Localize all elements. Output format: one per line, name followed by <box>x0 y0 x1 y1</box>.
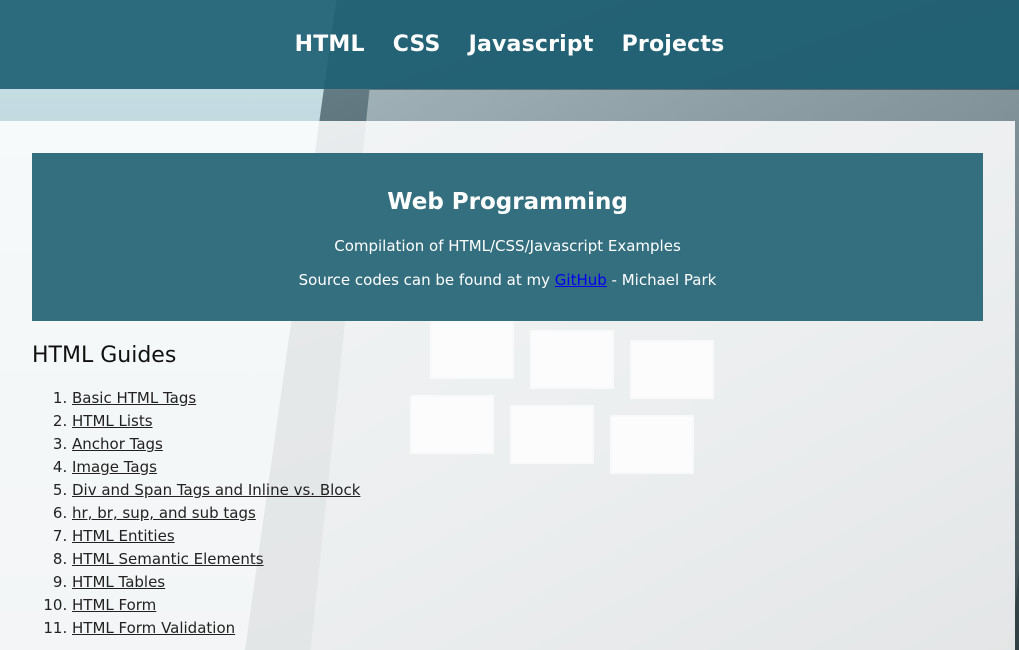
list-item: Basic HTML Tags <box>72 387 360 410</box>
guide-link[interactable]: HTML Lists <box>72 412 153 430</box>
list-item: HTML Semantic Elements <box>72 548 360 571</box>
content-panel: Web Programming Compilation of HTML/CSS/… <box>0 121 1015 650</box>
nav-link-css[interactable]: CSS <box>393 32 441 57</box>
list-item: Image Tags <box>72 456 360 479</box>
guide-link[interactable]: Image Tags <box>72 458 157 476</box>
nav-link-html[interactable]: HTML <box>295 32 365 57</box>
guide-link[interactable]: hr, br, sup, and sub tags <box>72 504 256 522</box>
guide-link[interactable]: Anchor Tags <box>72 435 163 453</box>
guide-link[interactable]: HTML Tables <box>72 573 165 591</box>
list-item: HTML Tables <box>72 571 360 594</box>
guide-link[interactable]: Basic HTML Tags <box>72 389 196 407</box>
guide-link[interactable]: HTML Semantic Elements <box>72 550 264 568</box>
nav-link-javascript[interactable]: Javascript <box>469 32 594 57</box>
list-item: Anchor Tags <box>72 433 360 456</box>
list-item: HTML Entities <box>72 525 360 548</box>
guide-link[interactable]: Div and Span Tags and Inline vs. Block <box>72 481 360 499</box>
nav-link-projects[interactable]: Projects <box>622 32 725 57</box>
guide-list: Basic HTML Tags HTML Lists Anchor Tags I… <box>32 387 360 640</box>
source-prefix: Source codes can be found at my <box>298 271 555 289</box>
hero-source-line: Source codes can be found at my GitHub -… <box>32 271 983 289</box>
top-navbar: HTML CSS Javascript Projects <box>0 0 1019 89</box>
guide-link[interactable]: HTML Form Validation <box>72 619 235 637</box>
list-item: HTML Form Validation <box>72 617 360 640</box>
list-item: HTML Form <box>72 594 360 617</box>
hero-banner: Web Programming Compilation of HTML/CSS/… <box>32 153 983 321</box>
source-suffix: - Michael Park <box>606 271 717 289</box>
section-title: HTML Guides <box>32 343 177 368</box>
list-item: HTML Lists <box>72 410 360 433</box>
hero-title: Web Programming <box>387 189 628 215</box>
github-link[interactable]: GitHub <box>555 271 607 289</box>
list-item: Div and Span Tags and Inline vs. Block <box>72 479 360 502</box>
guide-link[interactable]: HTML Form <box>72 596 156 614</box>
hero-subtitle: Compilation of HTML/CSS/Javascript Examp… <box>334 237 681 255</box>
list-item: hr, br, sup, and sub tags <box>72 502 360 525</box>
guide-link[interactable]: HTML Entities <box>72 527 175 545</box>
